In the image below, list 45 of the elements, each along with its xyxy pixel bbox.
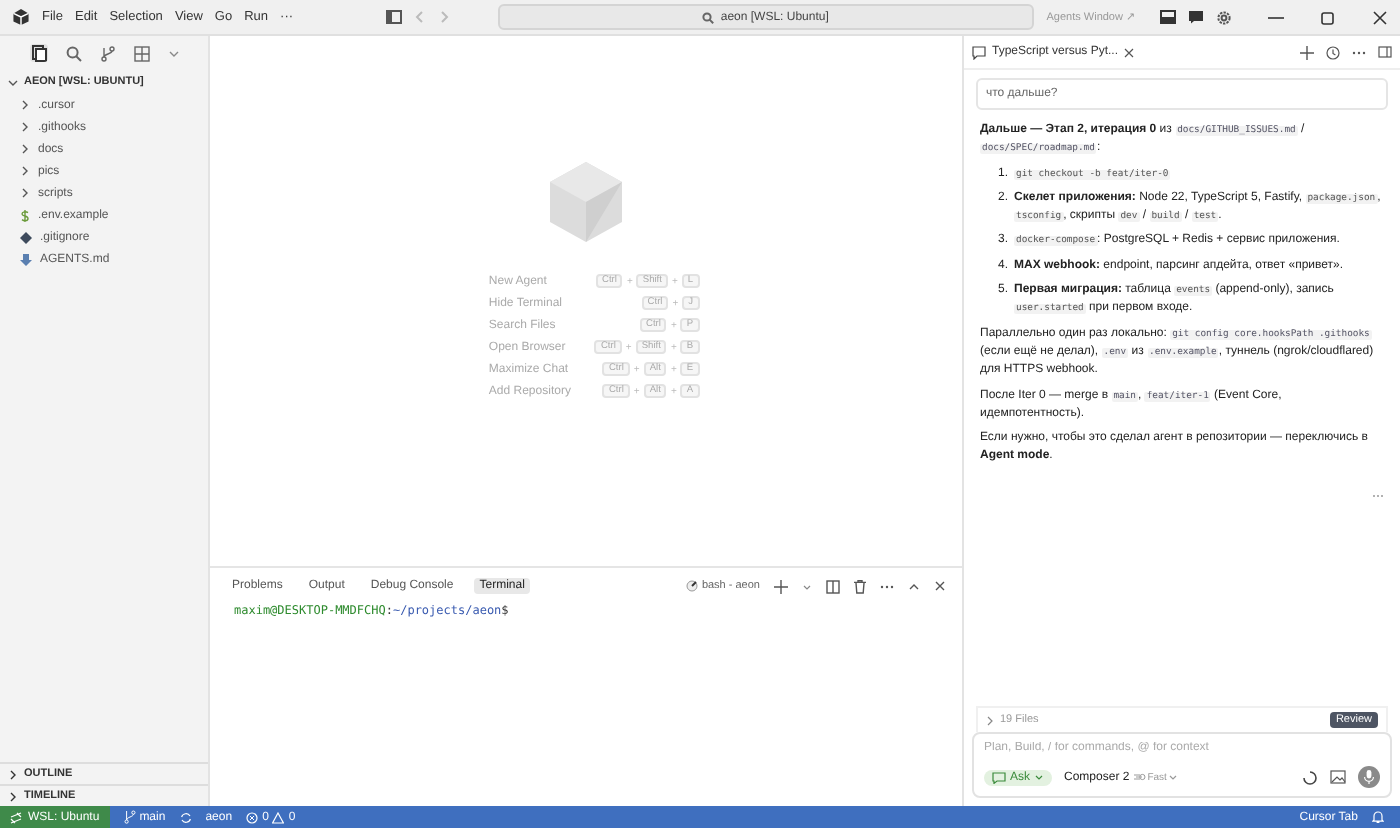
chat-icon bbox=[992, 771, 1006, 783]
files-icon[interactable] bbox=[30, 44, 48, 62]
chevron-icon bbox=[986, 715, 994, 725]
app-logo-icon bbox=[12, 8, 30, 26]
branch-icon bbox=[123, 810, 136, 824]
extensions-icon[interactable] bbox=[134, 45, 150, 61]
split-icon[interactable] bbox=[826, 579, 840, 593]
close-icon[interactable] bbox=[1372, 9, 1388, 25]
trash-icon[interactable] bbox=[854, 579, 866, 593]
image-icon[interactable] bbox=[1330, 770, 1346, 784]
history-icon[interactable] bbox=[1326, 45, 1340, 59]
caret-icon bbox=[1168, 773, 1179, 781]
sidebar-toggle-icon[interactable] bbox=[1378, 46, 1392, 58]
loading-icon bbox=[1302, 769, 1318, 785]
more-icon[interactable] bbox=[1352, 49, 1366, 55]
chat-icon bbox=[972, 45, 986, 59]
bell-icon[interactable] bbox=[1372, 810, 1384, 824]
error-icon bbox=[246, 811, 259, 823]
sync-icon[interactable] bbox=[179, 811, 192, 823]
panel-icon[interactable] bbox=[1160, 10, 1176, 24]
arrow-down-icon bbox=[20, 253, 32, 265]
speed-icon bbox=[1133, 772, 1146, 782]
warning-icon bbox=[272, 811, 285, 823]
search-icon[interactable] bbox=[66, 45, 82, 61]
close-icon[interactable] bbox=[1124, 47, 1135, 57]
chevron-down-icon[interactable] bbox=[168, 47, 180, 59]
chevron-up-icon[interactable] bbox=[908, 581, 920, 591]
diamond-icon bbox=[20, 231, 32, 243]
plus-icon[interactable] bbox=[1300, 45, 1314, 59]
close-icon[interactable] bbox=[934, 580, 946, 592]
layout-icon[interactable] bbox=[385, 10, 402, 24]
search-icon bbox=[702, 11, 715, 23]
cube-logo-icon bbox=[550, 162, 622, 242]
caret-icon[interactable] bbox=[802, 581, 812, 591]
chat-icon[interactable] bbox=[1188, 10, 1204, 24]
settings-icon[interactable] bbox=[1216, 9, 1232, 25]
plus-icon[interactable] bbox=[774, 579, 788, 593]
terminal-icon bbox=[685, 580, 698, 592]
source-control-icon[interactable] bbox=[100, 45, 116, 61]
dollar-icon bbox=[20, 209, 30, 221]
remote-icon bbox=[10, 811, 22, 823]
microphone-icon[interactable] bbox=[1358, 766, 1380, 788]
more-icon[interactable] bbox=[880, 583, 894, 589]
caret-icon bbox=[1034, 773, 1045, 781]
maximize-icon[interactable] bbox=[1320, 9, 1336, 25]
